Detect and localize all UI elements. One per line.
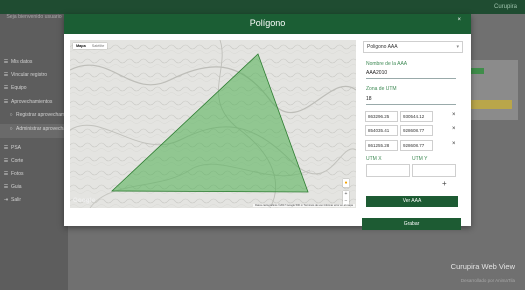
logout-icon: ⇥ (3, 197, 9, 203)
coord-x-field[interactable]: 861255.28 (365, 140, 398, 151)
sidebar-item-label: Corte (11, 158, 24, 164)
delete-coord-icon[interactable]: × (452, 141, 456, 147)
list-icon: ☰ (3, 184, 9, 190)
polygon-select-value: Poligono AAA (367, 44, 398, 50)
top-bar: Curupira (0, 0, 525, 14)
polygon-modal: Polígono × Mapa Satélite ● + − Google Da… (64, 14, 471, 230)
coord-x-field[interactable]: 854035.41 (365, 125, 398, 136)
modal-header: Polígono × (64, 14, 471, 34)
circle-icon: ○ (9, 112, 13, 118)
coord-y-field[interactable]: 928608.77 (400, 125, 433, 136)
sidebar-item-label: Mis datos (11, 59, 33, 65)
view-aaa-button[interactable]: Ver AAA (366, 196, 458, 207)
name-field[interactable]: AAA2010 (366, 70, 456, 79)
map-attribution[interactable]: Datos cartográficos ©2017 Google 500 m T… (253, 204, 355, 207)
sidebar-item-label: Aprovechamientos (11, 99, 53, 105)
map-type-toggle[interactable]: Mapa Satélite (73, 43, 108, 49)
circle-icon: ○ (9, 126, 13, 132)
utm-y-label: UTM Y (412, 156, 428, 162)
sidebar-item-mis-datos[interactable]: ☰ Mis datos (3, 59, 33, 65)
list-icon: ☰ (3, 158, 9, 164)
sidebar-item-label: Fotos (11, 171, 24, 177)
polygon-select[interactable]: Poligono AAA ▾ (363, 41, 463, 53)
utm-y-input[interactable] (412, 164, 456, 177)
chevron-down-icon: ▾ (456, 44, 459, 50)
delete-coord-icon[interactable]: × (452, 112, 456, 118)
pegman-icon[interactable]: ● (343, 179, 349, 187)
list-icon: ☰ (3, 59, 9, 65)
sidebar-item-salir[interactable]: ⇥ Salir (3, 197, 21, 203)
sidebar-item-label: Equipo (11, 85, 27, 91)
terrain-map (70, 40, 356, 208)
delete-coord-icon[interactable]: × (452, 126, 456, 132)
zone-field[interactable]: 18 (366, 96, 456, 105)
coord-row: 863296.25 930544.12 × (365, 111, 456, 122)
sidebar-item-guia[interactable]: ☰ Guia (3, 184, 22, 190)
close-icon[interactable]: × (457, 17, 461, 23)
sidebar (0, 14, 68, 290)
footer-title: Curupira Web View (450, 262, 515, 271)
zoom-control[interactable]: + − (343, 191, 349, 205)
footer-subtitle: Desarrollado por AnimaTila (460, 278, 515, 283)
list-icon: ☰ (3, 85, 9, 91)
list-icon: ☰ (3, 99, 9, 105)
sidebar-item-label: Vincular registro (11, 72, 48, 78)
list-icon: ☰ (3, 72, 9, 78)
coord-y-field[interactable]: 928608.77 (400, 140, 433, 151)
welcome-text: Seja bienvenido usuario (6, 14, 62, 20)
zone-label: Zona de UTM (366, 86, 397, 92)
sidebar-item-psa[interactable]: ☰ PSA (3, 145, 21, 151)
google-logo: Google (73, 198, 96, 204)
coord-x-field[interactable]: 863296.25 (365, 111, 398, 122)
sidebar-item-equipo[interactable]: ☰ Equipo (3, 85, 27, 91)
sidebar-item-label: Salir (11, 197, 22, 203)
save-button[interactable]: Grabar (362, 218, 461, 230)
name-label: Nombre de la AAA (366, 61, 408, 67)
list-icon: ☰ (3, 171, 9, 177)
map-type-map[interactable]: Mapa (73, 43, 89, 49)
coord-y-field[interactable]: 930544.12 (400, 111, 433, 122)
utm-x-label: UTM X (366, 156, 382, 162)
sidebar-item-vincular[interactable]: ☰ Vincular registro (3, 72, 47, 78)
sidebar-item-aprovechamientos[interactable]: ☰ Aprovechamientos (3, 99, 53, 105)
sidebar-item-label: PSA (11, 145, 22, 151)
coord-row: 861255.28 928608.77 × (365, 140, 456, 151)
sidebar-item-corte[interactable]: ☰ Corte (3, 158, 23, 164)
sidebar-item-fotos[interactable]: ☰ Fotos (3, 171, 24, 177)
zoom-in-button[interactable]: + (343, 191, 349, 198)
list-icon: ☰ (3, 145, 9, 151)
brand-name: Curupira (493, 4, 517, 10)
map-type-satellite[interactable]: Satélite (89, 43, 108, 49)
sidebar-item-label: Guia (11, 184, 22, 190)
background-warning-bar (468, 100, 512, 109)
utm-x-input[interactable] (366, 164, 410, 177)
add-coord-button[interactable]: + (442, 179, 447, 188)
coord-row: 854035.41 928608.77 × (365, 125, 456, 136)
map-view[interactable]: Mapa Satélite ● + − Google Datos cartogr… (70, 40, 356, 208)
modal-title: Polígono (249, 18, 286, 28)
